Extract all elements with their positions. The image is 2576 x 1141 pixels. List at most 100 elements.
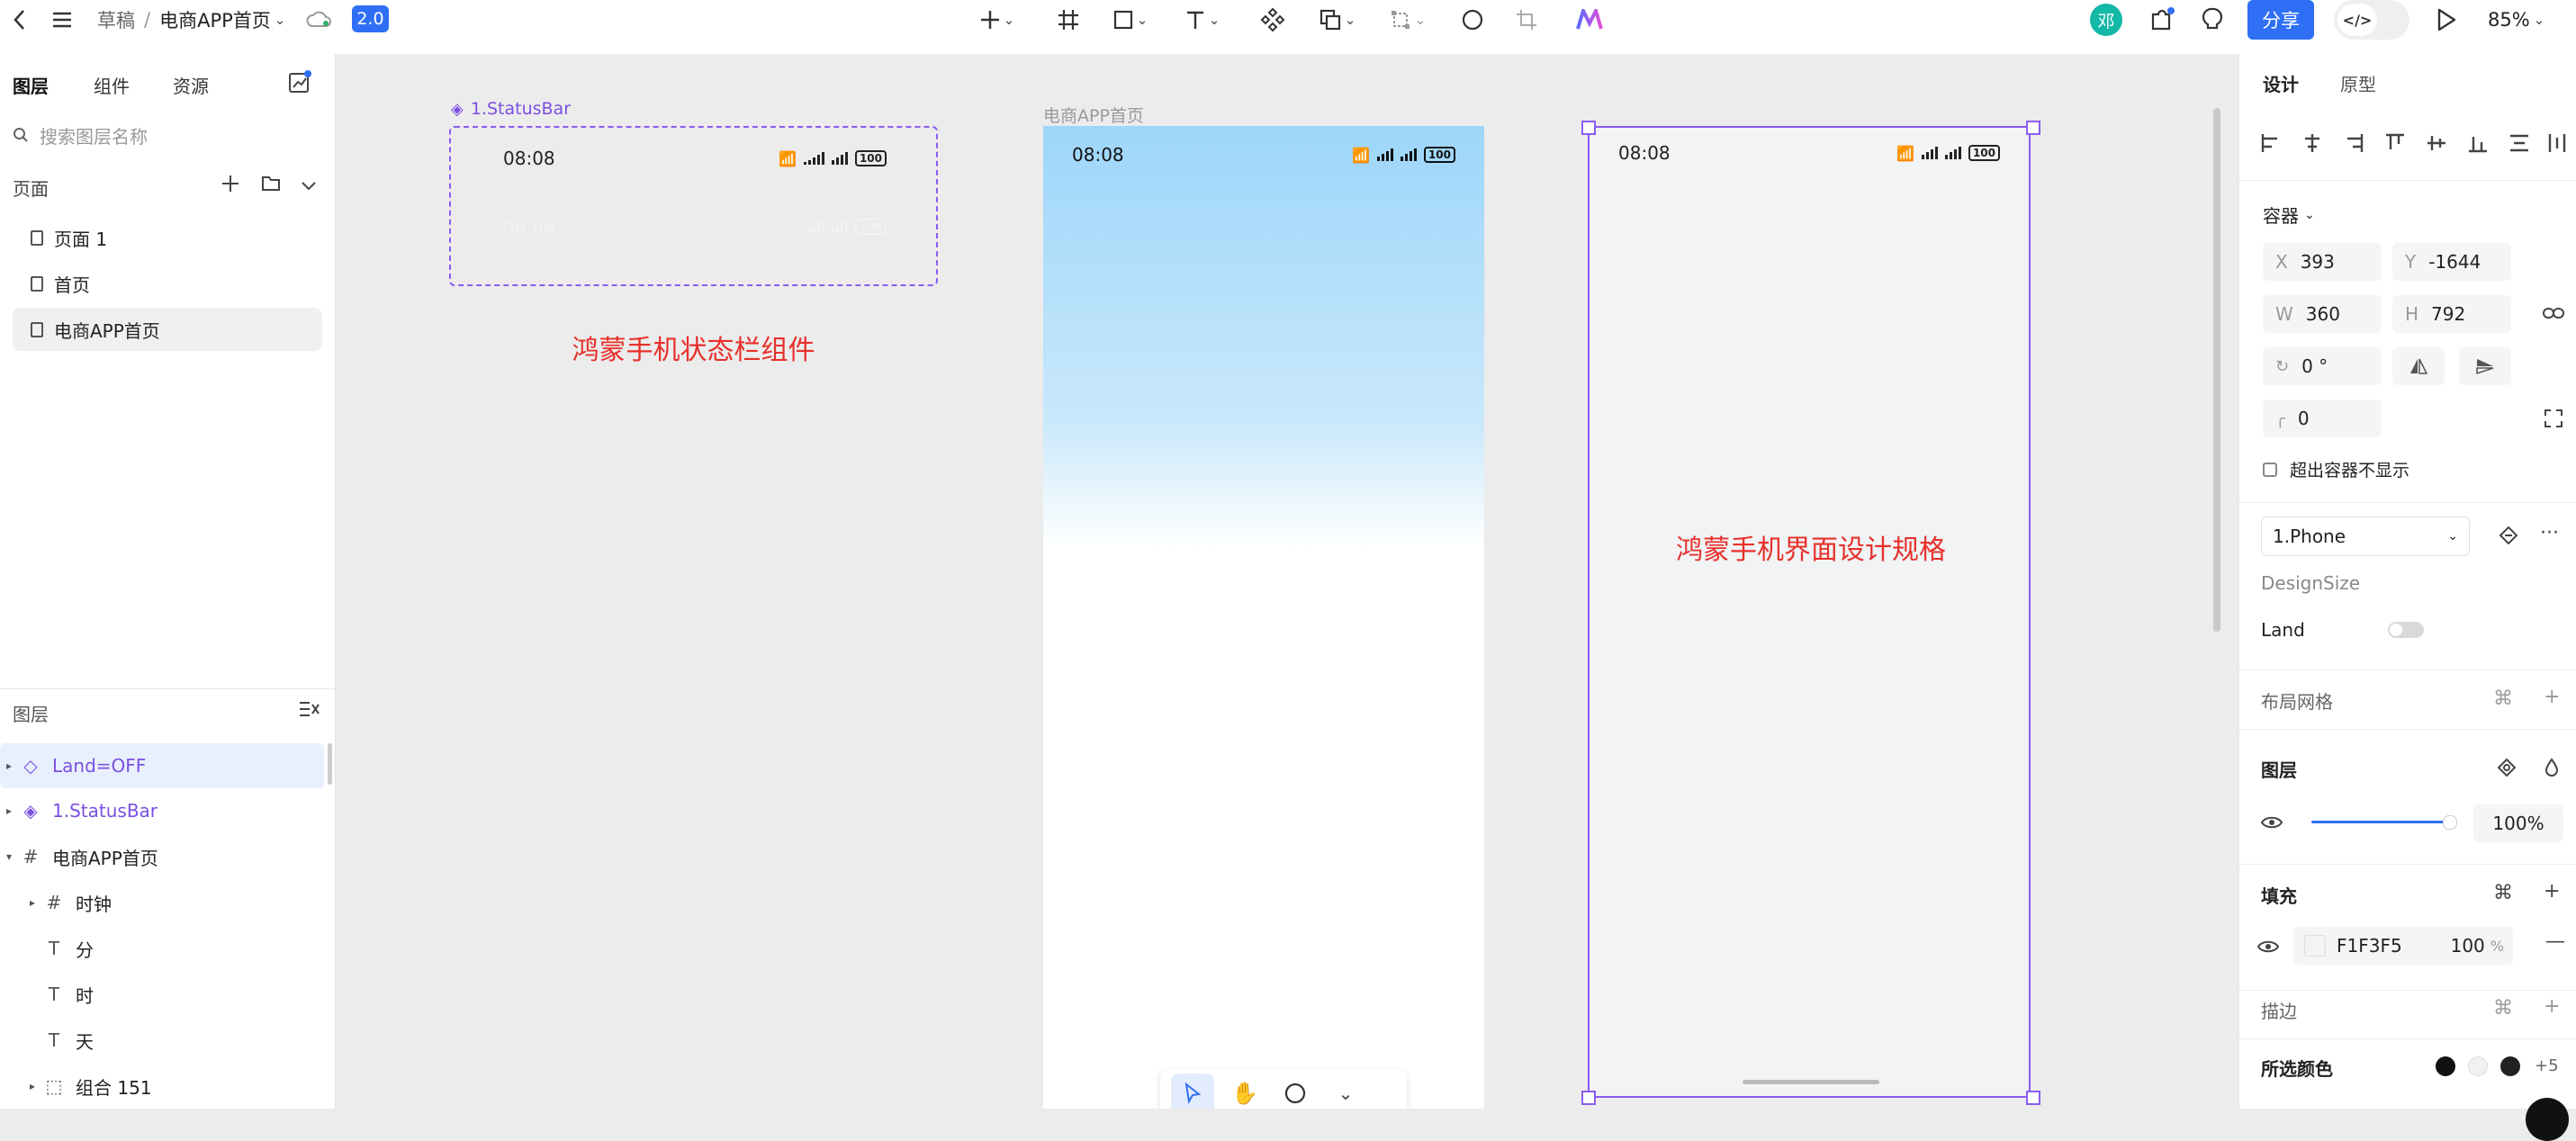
fill-styles-icon[interactable]: ⌘: [2493, 882, 2513, 904]
more-tools-icon[interactable]: ⌄: [1326, 1074, 1365, 1109]
resize-handle[interactable]: [2026, 1091, 2040, 1105]
layer-row[interactable]: ▸ ◈ 1.StatusBar: [0, 788, 328, 833]
layer-row[interactable]: ▸ ◇ Land=OFF: [0, 743, 324, 788]
more-icon[interactable]: ···: [2540, 522, 2559, 544]
back-icon[interactable]: [5, 0, 32, 40]
chevron-down-icon[interactable]: [301, 178, 317, 195]
ellipse-tool-icon[interactable]: [1456, 0, 1489, 40]
dev-mode-toggle[interactable]: </>: [2334, 0, 2409, 40]
folder-icon[interactable]: [261, 175, 281, 196]
collapse-all-icon[interactable]: [299, 700, 320, 722]
layer-row[interactable]: ▸ # 时钟: [0, 880, 351, 925]
x-input[interactable]: X 393: [2263, 243, 2382, 281]
more-colors-count[interactable]: +5: [2535, 1056, 2559, 1075]
width-input[interactable]: W 360: [2263, 295, 2382, 333]
add-page-icon[interactable]: [221, 175, 239, 196]
tab-layers[interactable]: 图层: [13, 72, 49, 98]
flip-vertical-icon[interactable]: [2459, 347, 2511, 385]
expand-triangle-icon[interactable]: ▸: [23, 896, 41, 909]
container-dropdown[interactable]: 容器 ⌄: [2263, 202, 2315, 228]
collapse-triangle-icon[interactable]: ▾: [0, 850, 18, 863]
layer-row[interactable]: T 时: [0, 972, 369, 1017]
phone-spec-frame[interactable]: 08:08 📶 100 鸿蒙手机界面设计规格: [1588, 126, 2031, 1098]
independent-corners-icon[interactable]: [2544, 409, 2563, 432]
frame-tool-icon[interactable]: [1053, 0, 1084, 40]
statusbar-component[interactable]: 08:08 📶 100 08:08 100: [449, 126, 938, 286]
expand-triangle-icon[interactable]: ▸: [0, 759, 18, 772]
color-swatch[interactable]: [2500, 1056, 2520, 1076]
text-tool-icon[interactable]: ⌄: [1177, 0, 1228, 40]
canvas-scrollbar[interactable]: [2213, 108, 2220, 632]
clip-content-checkbox[interactable]: 超出容器不显示: [2263, 457, 2409, 481]
comment-tool-icon[interactable]: [1275, 1074, 1315, 1109]
page-item[interactable]: 首页: [13, 262, 322, 305]
boolean-tool-icon[interactable]: ⌄: [1312, 0, 1363, 40]
layer-row[interactable]: T 分: [0, 926, 369, 971]
checkbox[interactable]: [2263, 462, 2277, 477]
file-name[interactable]: 电商APP首页: [159, 6, 271, 33]
lightbulb-icon[interactable]: [2196, 0, 2229, 40]
layer-row[interactable]: ▾ # 电商APP首页: [0, 834, 328, 879]
tab-design[interactable]: 设计: [2263, 70, 2299, 96]
blend-mode-icon[interactable]: [2497, 758, 2517, 781]
remove-fill-icon[interactable]: —: [2545, 930, 2565, 953]
resize-handle[interactable]: [1581, 121, 1596, 135]
rotation-input[interactable]: ↻ 0 °: [2263, 347, 2382, 385]
resize-handle[interactable]: [2026, 121, 2040, 135]
chart-edit-icon[interactable]: [288, 70, 311, 97]
align-top-icon[interactable]: [2383, 131, 2407, 155]
app-frame[interactable]: 08:08 📶 100: [1043, 126, 1484, 1109]
version-badge[interactable]: 2.0: [352, 5, 389, 32]
zoom-dropdown[interactable]: 85% ⌄: [2488, 0, 2544, 40]
tab-assets[interactable]: 资源: [173, 72, 209, 98]
opacity-slider-thumb[interactable]: [2443, 815, 2457, 830]
avatar[interactable]: 邓: [2090, 4, 2122, 36]
grid-styles-icon[interactable]: ⌘: [2493, 687, 2513, 710]
add-fill-icon[interactable]: +: [2544, 880, 2560, 903]
color-swatch[interactable]: [2436, 1056, 2455, 1076]
detach-icon[interactable]: [2497, 526, 2520, 551]
align-left-icon[interactable]: [2259, 131, 2283, 155]
rectangle-tool-icon[interactable]: ⌄: [1105, 0, 1156, 40]
ai-logo-icon[interactable]: [1573, 0, 1606, 40]
hand-tool-icon[interactable]: ✋: [1225, 1074, 1265, 1109]
page-item-selected[interactable]: 电商APP首页: [13, 308, 322, 351]
layers-scrollbar[interactable]: [328, 743, 332, 785]
align-center-v-icon[interactable]: [2425, 131, 2448, 155]
chevron-down-icon[interactable]: ⌄: [275, 12, 286, 28]
layer-row[interactable]: T 天: [0, 1018, 369, 1063]
layer-row[interactable]: ▸ ⬚ 组合 151: [0, 1064, 351, 1109]
land-toggle[interactable]: [2388, 622, 2424, 638]
drop-icon[interactable]: [2544, 758, 2560, 781]
add-stroke-icon[interactable]: +: [2544, 995, 2560, 1018]
expand-triangle-icon[interactable]: ▸: [23, 1080, 41, 1092]
align-center-h-icon[interactable]: [2301, 131, 2324, 155]
align-right-icon[interactable]: [2342, 131, 2365, 155]
menu-icon[interactable]: [49, 0, 76, 40]
page-item[interactable]: 页面 1: [13, 216, 322, 259]
height-input[interactable]: H 792: [2392, 295, 2511, 333]
corner-radius-input[interactable]: ╭ 0: [2263, 400, 2382, 437]
add-grid-icon[interactable]: +: [2544, 686, 2560, 708]
select-tool-icon[interactable]: [1171, 1074, 1214, 1109]
layer-search-input[interactable]: 搜索图层名称: [9, 117, 326, 153]
eye-icon[interactable]: [2256, 939, 2280, 957]
resize-handle[interactable]: [1581, 1091, 1596, 1105]
app-frame-label[interactable]: 电商APP首页: [1043, 103, 1144, 127]
design-canvas[interactable]: ◈ 1.StatusBar 08:08 📶 100 08:08 100 鸿蒙手机…: [336, 54, 2238, 1109]
align-bottom-icon[interactable]: [2466, 131, 2490, 155]
component-tool-icon[interactable]: [1256, 0, 1289, 40]
distribute-h-icon[interactable]: [2545, 131, 2569, 155]
color-swatch[interactable]: [2468, 1056, 2488, 1076]
eye-icon[interactable]: [2260, 815, 2283, 833]
instance-tool-icon[interactable]: ⌄: [1383, 0, 1433, 40]
help-button[interactable]: [2526, 1098, 2569, 1141]
crop-tool-icon[interactable]: [1510, 0, 1543, 40]
fill-input[interactable]: F1F3F5 100 %: [2293, 927, 2513, 965]
plugin-icon[interactable]: [2146, 0, 2178, 40]
expand-triangle-icon[interactable]: ▸: [0, 804, 18, 817]
preset-select[interactable]: 1.Phone ⌄: [2261, 517, 2470, 556]
distribute-icon[interactable]: [2508, 131, 2531, 155]
play-icon[interactable]: [2430, 0, 2463, 40]
link-icon[interactable]: [2542, 304, 2565, 326]
